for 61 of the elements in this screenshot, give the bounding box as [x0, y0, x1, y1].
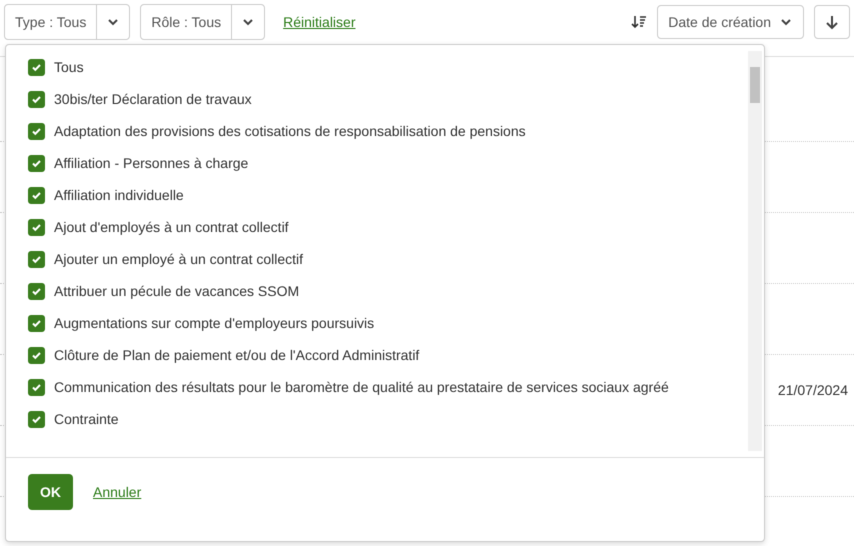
option-label: 30bis/ter Déclaration de travaux — [54, 91, 252, 107]
checkbox-option[interactable]: Augmentations sur compte d'employeurs poursuivis — [28, 307, 748, 339]
check-icon — [31, 190, 42, 200]
option-label: Affiliation individuelle — [54, 187, 184, 203]
checkbox-option[interactable]: 30bis/ter Déclaration de travaux — [28, 83, 748, 115]
checkbox-option[interactable]: Attribuer un pécule de vacances SSOM — [28, 275, 748, 307]
checkbox-option[interactable]: Ajouter un employé à un contrat collectif — [28, 243, 748, 275]
check-icon — [31, 254, 42, 264]
arrow-down-icon — [824, 14, 840, 30]
check-icon — [31, 382, 42, 392]
option-label: Tous — [54, 59, 84, 75]
filter-label[interactable]: Type : Tous — [5, 5, 96, 39]
option-label: Affiliation - Personnes à charge — [54, 155, 248, 171]
option-label: Contrainte — [54, 411, 119, 427]
scrollbar[interactable] — [748, 51, 762, 451]
check-icon — [31, 126, 42, 136]
checkbox[interactable] — [28, 314, 45, 332]
checkbox[interactable] — [28, 58, 45, 76]
check-icon — [31, 222, 42, 232]
check-icon — [31, 318, 42, 328]
date-text: 21/07/2024 — [778, 382, 849, 398]
sort-direction-button[interactable] — [814, 5, 850, 39]
checkbox[interactable] — [28, 186, 45, 204]
reset-link[interactable]: Réinitialiser — [283, 14, 356, 30]
check-icon — [31, 62, 42, 72]
checkbox[interactable] — [28, 90, 45, 108]
filter-dropdown[interactable]: Rôle : Tous — [140, 4, 266, 40]
checkbox-option[interactable]: Clôture de Plan de paiement et/ou de l'Accord Administratif — [28, 339, 748, 371]
check-icon — [31, 286, 42, 296]
cancel-link[interactable]: Annuler — [93, 484, 142, 500]
option-label: Augmentations sur compte d'employeurs poursuivis — [54, 315, 374, 331]
option-label: Ajouter un employé à un contrat collectif — [54, 251, 304, 267]
check-icon — [31, 414, 42, 424]
check-icon — [31, 350, 42, 360]
option-label: Adaptation des provisions des cotisations de responsabilisation de pensions — [54, 123, 526, 139]
checkbox-option[interactable]: Communication des résultats pour le baromètre de qualité au prestataire de services sociaux agréé — [28, 371, 748, 403]
checkbox[interactable] — [28, 378, 45, 396]
option-label: Attribuer un pécule de vacances SSOM — [54, 283, 300, 299]
checkbox-option[interactable]: Contrainte — [28, 403, 748, 435]
sort-icon[interactable] — [631, 14, 648, 30]
filter-label[interactable]: Rôle : Tous — [141, 5, 232, 39]
option-label: Communication des résultats pour le baromètre de qualité au prestataire de services sociaux agréé — [54, 379, 669, 395]
checkbox[interactable] — [28, 410, 45, 428]
checkbox-option[interactable]: Ajout d'employés à un contrat collectif — [28, 211, 748, 243]
filter-dropdown[interactable]: Type : Tous — [4, 4, 130, 40]
check-icon — [31, 94, 42, 104]
checkbox[interactable] — [28, 122, 45, 140]
checkbox-option[interactable]: Adaptation des provisions des cotisations de responsabilisation de pensions — [28, 115, 748, 147]
checkbox-option[interactable]: Affiliation - Personnes à charge — [28, 147, 748, 179]
checkbox-option[interactable]: Tous — [28, 51, 748, 83]
checkbox[interactable] — [28, 282, 45, 300]
option-label: Clôture de Plan de paiement et/ou de l'Accord Administratif — [54, 347, 420, 363]
checkbox[interactable] — [28, 218, 45, 236]
ok-button[interactable]: OK — [28, 474, 73, 510]
option-label: Ajout d'employés à un contrat collectif — [54, 219, 289, 235]
check-icon — [31, 158, 42, 168]
sort-dropdown[interactable]: Date de création — [657, 5, 804, 39]
checkbox-option[interactable]: Affiliation individuelle — [28, 179, 748, 211]
checkbox[interactable] — [28, 154, 45, 172]
checkbox[interactable] — [28, 250, 45, 268]
checkbox[interactable] — [28, 346, 45, 364]
